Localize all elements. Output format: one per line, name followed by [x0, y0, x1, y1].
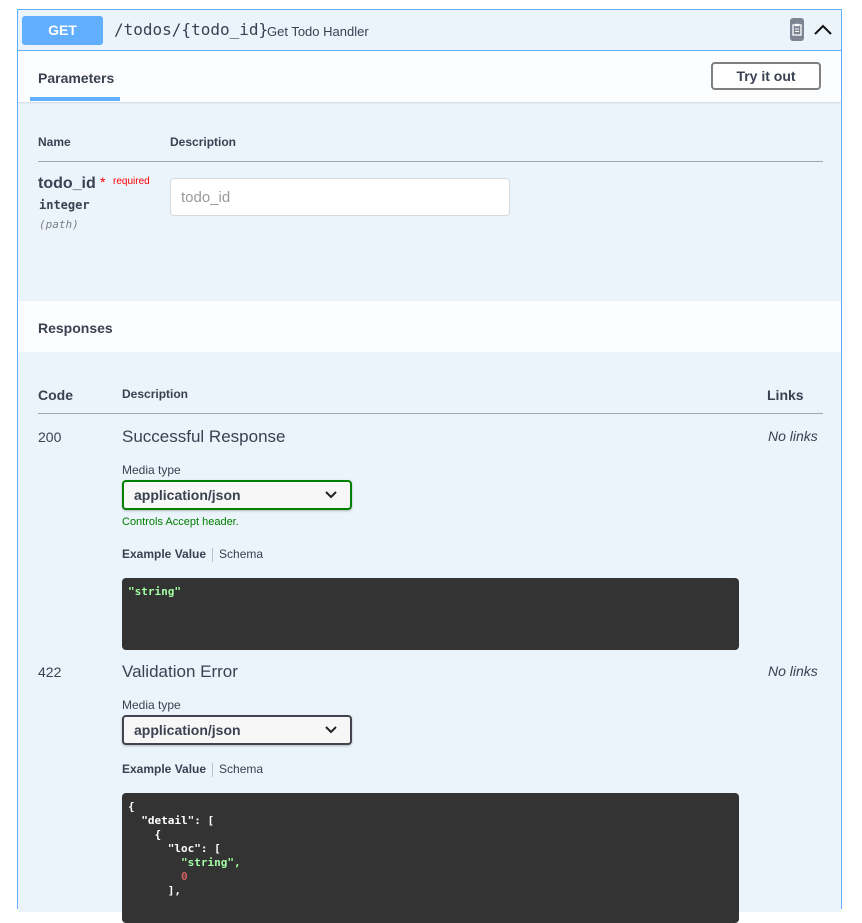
media-type-note: Controls Accept header.: [122, 516, 239, 528]
response-description-200: Successful Response: [122, 427, 286, 446]
media-type-label: Media type: [122, 463, 181, 477]
code-line: "loc": [: [167, 842, 221, 855]
required-label: required: [113, 176, 150, 187]
todo-id-input[interactable]: [170, 178, 510, 216]
active-tab-indicator: [30, 97, 120, 101]
operation-path: /todos/{todo_id}: [114, 20, 269, 39]
media-type-value: application/json: [134, 722, 241, 738]
responses-header: Responses: [18, 301, 841, 352]
responses-title: Responses: [38, 320, 113, 336]
tab-separator: [212, 762, 214, 777]
example-string: "string": [128, 585, 181, 598]
responses-body: Code Description Links 200 Successful Re…: [18, 352, 841, 923]
required-star: *: [100, 174, 106, 190]
try-it-out-button[interactable]: Try it out: [711, 62, 821, 90]
code-line: 0: [180, 870, 188, 883]
code-line: "string",: [180, 856, 241, 869]
example-schema-tabs: Example Value Schema: [122, 762, 263, 777]
http-method-badge: GET: [22, 16, 103, 45]
response-links-422: No links: [768, 663, 818, 679]
example-value-code-200[interactable]: "string": [122, 578, 739, 650]
code-line: ],: [167, 884, 181, 897]
param-type: integer: [39, 198, 90, 212]
tab-example-value[interactable]: Example Value: [122, 547, 206, 561]
chevron-down-icon: [325, 491, 337, 499]
column-header-name: Name: [38, 135, 71, 149]
copy-to-clipboard-icon[interactable]: [790, 18, 804, 41]
tab-example-value[interactable]: Example Value: [122, 762, 206, 776]
column-header-response-description: Description: [122, 387, 189, 401]
media-type-select-422[interactable]: application/json: [122, 715, 352, 745]
chevron-down-icon: [325, 726, 337, 734]
media-type-label: Media type: [122, 698, 181, 712]
column-header-links: Links: [767, 387, 804, 403]
example-schema-tabs: Example Value Schema: [122, 547, 263, 562]
operation-summary[interactable]: GET /todos/{todo_id} Get Todo Handler: [18, 10, 841, 51]
responses-divider: [38, 413, 823, 414]
tab-schema[interactable]: Schema: [219, 762, 263, 776]
response-description-422: Validation Error: [122, 662, 238, 681]
example-value-code-422[interactable]: { "detail": [ { "loc": [ "string", 0 ],: [122, 793, 739, 923]
tab-parameters[interactable]: Parameters: [38, 70, 114, 86]
param-name: todo_id: [38, 175, 96, 192]
column-header-description: Description: [170, 135, 237, 149]
code-line: "detail": [: [141, 814, 215, 827]
param-location: (path): [39, 218, 79, 231]
response-links-200: No links: [768, 428, 818, 444]
tab-separator: [212, 547, 214, 562]
chevron-up-icon[interactable]: [813, 20, 833, 40]
code-line: {: [128, 800, 135, 813]
code-line: {: [154, 828, 162, 841]
media-type-select-200[interactable]: application/json: [122, 480, 352, 510]
response-code-200: 200: [38, 429, 62, 445]
operation-summary-text: Get Todo Handler: [267, 24, 369, 39]
operation-block-get-todo: GET /todos/{todo_id} Get Todo Handler Pa…: [17, 9, 842, 923]
response-code-422: 422: [38, 664, 62, 680]
tab-schema[interactable]: Schema: [219, 547, 263, 561]
parameters-header: Parameters Try it out: [18, 51, 841, 102]
column-header-code: Code: [38, 387, 73, 403]
parameters-divider: [38, 161, 823, 162]
media-type-value: application/json: [134, 487, 241, 503]
